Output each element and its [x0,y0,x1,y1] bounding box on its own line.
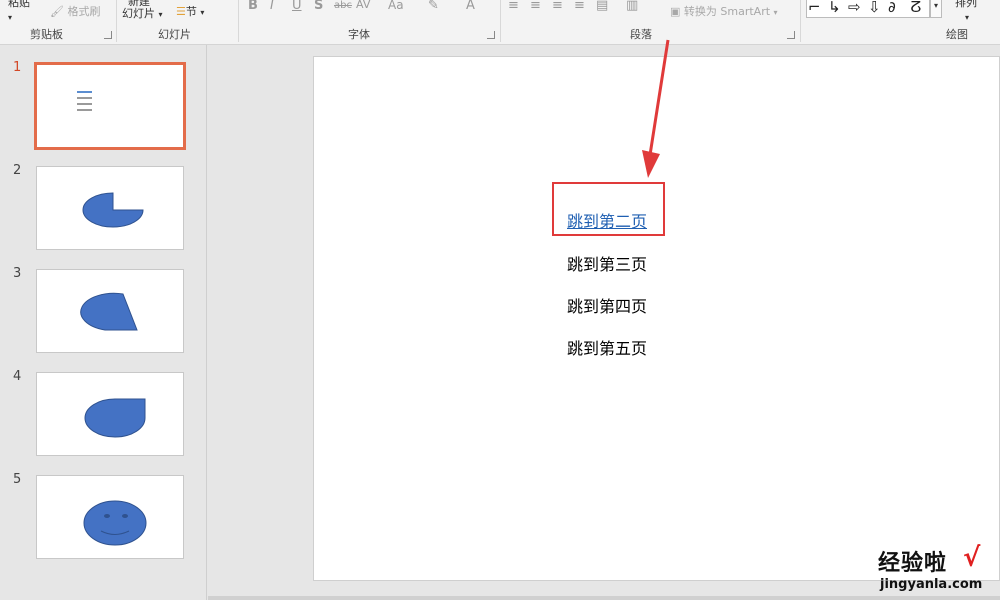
watermark-brand: 经验啦 [878,551,948,576]
watermark: 经验啦 √ jingyanla.com [868,543,998,600]
annotation-arrow [642,39,670,178]
check-icon: √ [963,543,981,573]
watermark-url: jingyanla.com [880,577,983,592]
powerpoint-window: 粘贴 ▾ 🖌 格式刷 剪贴板 新建 幻灯片 ▾ ☰节 ▾ 幻灯片 B I U S … [0,0,1000,600]
